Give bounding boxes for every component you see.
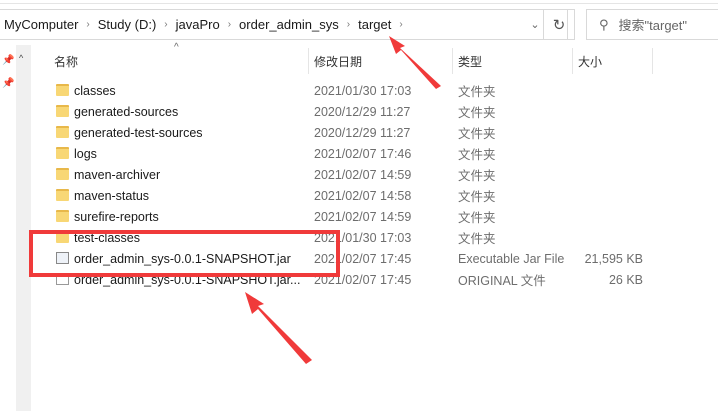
annotation-arrows (245, 36, 441, 364)
arrow-to-target (389, 36, 441, 89)
arrow-to-jar (245, 292, 312, 364)
